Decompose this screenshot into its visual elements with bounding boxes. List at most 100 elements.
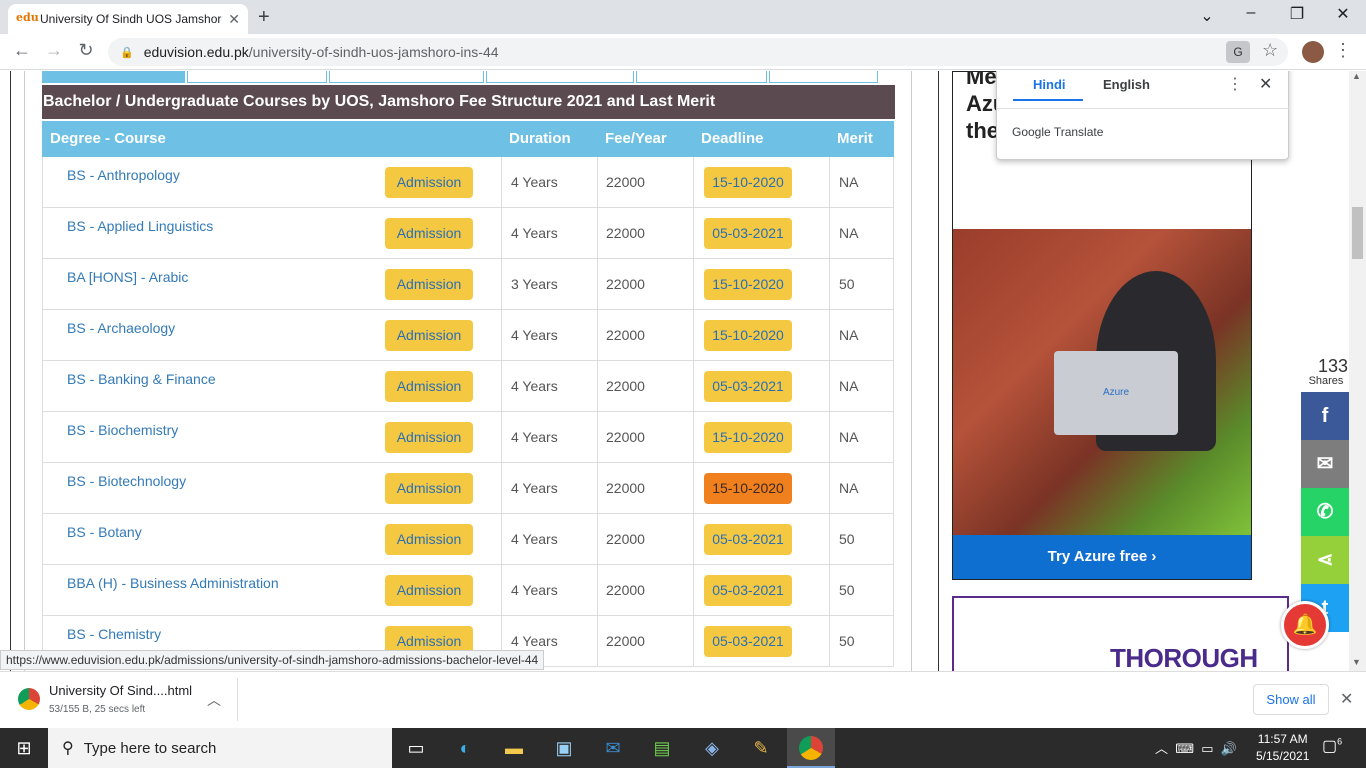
fee-value: 22000 — [606, 531, 645, 547]
edge-icon[interactable]: ◐ — [441, 728, 489, 768]
task-view-icon[interactable]: ▭ — [392, 728, 440, 768]
deadline-badge[interactable]: 05-03-2021 — [704, 524, 792, 555]
fee-value: 22000 — [606, 327, 645, 343]
admission-button[interactable]: Admission — [385, 371, 473, 402]
deadline-badge[interactable]: 05-03-2021 — [704, 218, 792, 249]
admission-button[interactable]: Admission — [385, 575, 473, 606]
table-row: BS - Biochemistry Admission 4 Years 22000 15… — [42, 412, 894, 463]
course-link[interactable]: BS - Biochemistry — [67, 422, 178, 438]
section-tab[interactable] — [486, 71, 634, 83]
whatsapp-share-button[interactable]: ✆ — [1301, 488, 1349, 536]
chrome-menu-icon[interactable]: ⋮ — [1334, 40, 1352, 61]
cell-divider — [501, 259, 502, 310]
bookmark-star-icon[interactable]: ☆ — [1262, 40, 1278, 61]
file-explorer-icon[interactable]: ▬ — [490, 728, 538, 768]
facebook-share-button[interactable]: f — [1301, 392, 1349, 440]
admission-button[interactable]: Admission — [385, 269, 473, 300]
course-link[interactable]: BS - Chemistry — [67, 626, 161, 642]
taskbar-search-input[interactable]: ⚲ Type here to search — [48, 728, 392, 768]
share-button[interactable]: ⋖ — [1301, 536, 1349, 584]
course-link[interactable]: BS - Banking & Finance — [67, 371, 216, 387]
email-share-button[interactable]: ✉ — [1301, 440, 1349, 488]
deadline-badge[interactable]: 15-10-2020 — [704, 320, 792, 351]
section-tab[interactable] — [329, 71, 484, 83]
lang-english-tab[interactable]: English — [1103, 77, 1150, 92]
scroll-up-icon[interactable]: ▲ — [1352, 71, 1361, 81]
new-tab-button[interactable]: + — [258, 6, 270, 29]
restore-button[interactable]: ❐ — [1274, 4, 1320, 24]
admission-button[interactable]: Admission — [385, 422, 473, 453]
tab-search-icon[interactable]: ⌄ — [1184, 6, 1230, 26]
scroll-down-icon[interactable]: ▼ — [1352, 657, 1361, 667]
app-icon[interactable]: ▤ — [638, 728, 686, 768]
close-download-bar-icon[interactable]: ✕ — [1340, 689, 1353, 709]
deadline-badge[interactable]: 15-10-2020 — [704, 422, 792, 453]
close-tab-icon[interactable]: ✕ — [228, 11, 240, 28]
cell-divider — [597, 157, 598, 208]
course-link[interactable]: BS - Biotechnology — [67, 473, 186, 489]
paint-icon[interactable]: ✎ — [737, 728, 785, 768]
admission-button[interactable]: Admission — [385, 320, 473, 351]
system-tray[interactable]: ︿ ⌨ ▭ 🔊 — [1155, 738, 1237, 757]
notification-bell-icon[interactable]: 🔔 — [1281, 601, 1329, 649]
course-link[interactable]: BBA (H) - Business Administration — [67, 575, 279, 591]
deadline-badge[interactable]: 15-10-2020 — [704, 473, 792, 504]
header-deadline: Deadline — [701, 130, 764, 147]
chevron-up-icon[interactable]: ︿ — [207, 690, 221, 710]
table-row: BS - Anthropology Admission 4 Years 22000 15… — [42, 157, 894, 208]
scrollbar[interactable] — [1349, 71, 1366, 671]
course-link[interactable]: BS - Botany — [67, 524, 142, 540]
action-center-icon[interactable]: ▢6 — [1322, 736, 1342, 756]
admission-button[interactable]: Admission — [385, 167, 473, 198]
deadline-badge[interactable]: 05-03-2021 — [704, 575, 792, 606]
scrollbar-thumb[interactable] — [1352, 207, 1363, 259]
chrome-taskbar-icon[interactable] — [787, 728, 835, 768]
cell-divider — [829, 565, 830, 616]
lang-hindi-tab[interactable]: Hindi — [1033, 77, 1066, 92]
windows-start-icon[interactable]: ⊞ — [0, 728, 48, 768]
merit-value: NA — [839, 174, 859, 190]
admission-button[interactable]: Admission — [385, 524, 473, 555]
reload-icon[interactable]: ↻ — [74, 40, 98, 61]
course-link[interactable]: BS - Anthropology — [67, 167, 180, 183]
admission-button[interactable]: Admission — [385, 218, 473, 249]
try-azure-button[interactable]: Try Azure free › — [953, 535, 1251, 579]
download-filename[interactable]: University Of Sind....html — [49, 683, 192, 698]
course-link[interactable]: BS - Applied Linguistics — [67, 218, 213, 234]
translate-icon[interactable]: G — [1226, 41, 1250, 63]
course-link[interactable]: BS - Archaeology — [67, 320, 175, 336]
mail-icon[interactable]: ✉ — [589, 728, 637, 768]
deadline-badge[interactable]: 05-03-2021 — [704, 626, 792, 657]
duration-value: 4 Years — [511, 378, 558, 394]
cell-divider — [693, 616, 694, 667]
browser-tab[interactable]: edu University Of Sindh UOS Jamshoro ✕ — [8, 4, 248, 34]
course-link[interactable]: BA [HONS] - Arabic — [67, 269, 188, 285]
deadline-badge[interactable]: 15-10-2020 — [704, 269, 792, 300]
side-border — [938, 71, 939, 671]
forward-icon[interactable]: → — [42, 40, 66, 61]
section-tab[interactable] — [769, 71, 878, 83]
address-bar[interactable]: 🔒 eduvision.edu.pk/university-of-sindh-u… — [108, 38, 1288, 66]
clock-time: 11:57 AM — [1257, 732, 1308, 746]
deadline-badge[interactable]: 15-10-2020 — [704, 167, 792, 198]
fee-value: 22000 — [606, 480, 645, 496]
translate-close-icon[interactable]: ✕ — [1259, 74, 1272, 94]
store-icon[interactable]: ▣ — [540, 728, 588, 768]
cell-divider — [829, 259, 830, 310]
minimize-button[interactable]: – — [1228, 4, 1274, 22]
admission-button[interactable]: Admission — [385, 473, 473, 504]
show-all-button[interactable]: Show all — [1253, 684, 1329, 715]
deadline-badge[interactable]: 05-03-2021 — [704, 371, 792, 402]
profile-avatar[interactable] — [1302, 41, 1324, 63]
back-icon[interactable]: ← — [10, 40, 34, 61]
translate-options-icon[interactable]: ⋮ — [1227, 74, 1243, 94]
cell-divider — [597, 616, 598, 667]
section-tab[interactable] — [187, 71, 327, 83]
clock[interactable]: 11:57 AM 5/15/2021 — [1256, 731, 1309, 765]
header-fee: Fee/Year — [605, 130, 667, 147]
cell-divider — [693, 514, 694, 565]
section-tab[interactable] — [636, 71, 767, 83]
close-window-button[interactable]: ✕ — [1320, 4, 1366, 24]
app-cube-icon[interactable]: ◈ — [688, 728, 736, 768]
section-tab[interactable] — [42, 71, 185, 83]
